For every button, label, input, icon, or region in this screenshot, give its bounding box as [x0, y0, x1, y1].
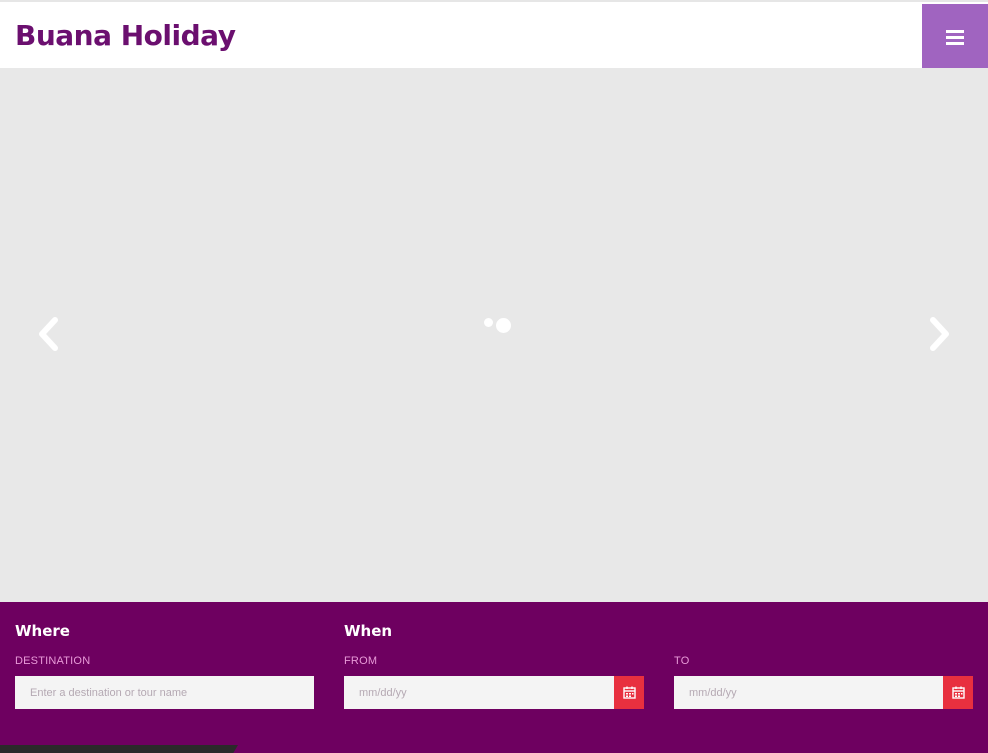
hero-slider	[0, 68, 988, 602]
destination-label: DESTINATION	[15, 655, 91, 667]
hamburger-icon	[946, 29, 964, 45]
page: Buana Holiday Where When DESTINATION FRO…	[0, 0, 988, 753]
calendar-icon	[951, 686, 965, 699]
loading-dots-icon	[482, 316, 514, 334]
chevron-left-icon	[39, 317, 58, 351]
from-calendar-button[interactable]	[614, 676, 644, 709]
chevron-right-icon	[930, 317, 949, 351]
where-title: Where	[15, 622, 70, 640]
bottom-edge-strip	[0, 745, 238, 753]
site-logo[interactable]: Buana Holiday	[15, 18, 236, 54]
calendar-icon	[622, 686, 636, 699]
destination-field	[15, 676, 314, 709]
destination-input[interactable]	[15, 676, 314, 709]
site-header: Buana Holiday	[0, 0, 988, 70]
menu-button[interactable]	[922, 4, 988, 70]
from-date-input[interactable]	[344, 676, 614, 709]
from-label: FROM	[344, 655, 378, 667]
search-panel: Where When DESTINATION FROM TO	[0, 602, 988, 753]
when-title: When	[344, 622, 393, 640]
to-label: TO	[674, 655, 690, 667]
to-date-field	[674, 676, 973, 709]
to-calendar-button[interactable]	[943, 676, 973, 709]
slider-next-button[interactable]	[920, 314, 960, 354]
slider-prev-button[interactable]	[28, 314, 68, 354]
from-date-field	[344, 676, 644, 709]
to-date-input[interactable]	[674, 676, 943, 709]
